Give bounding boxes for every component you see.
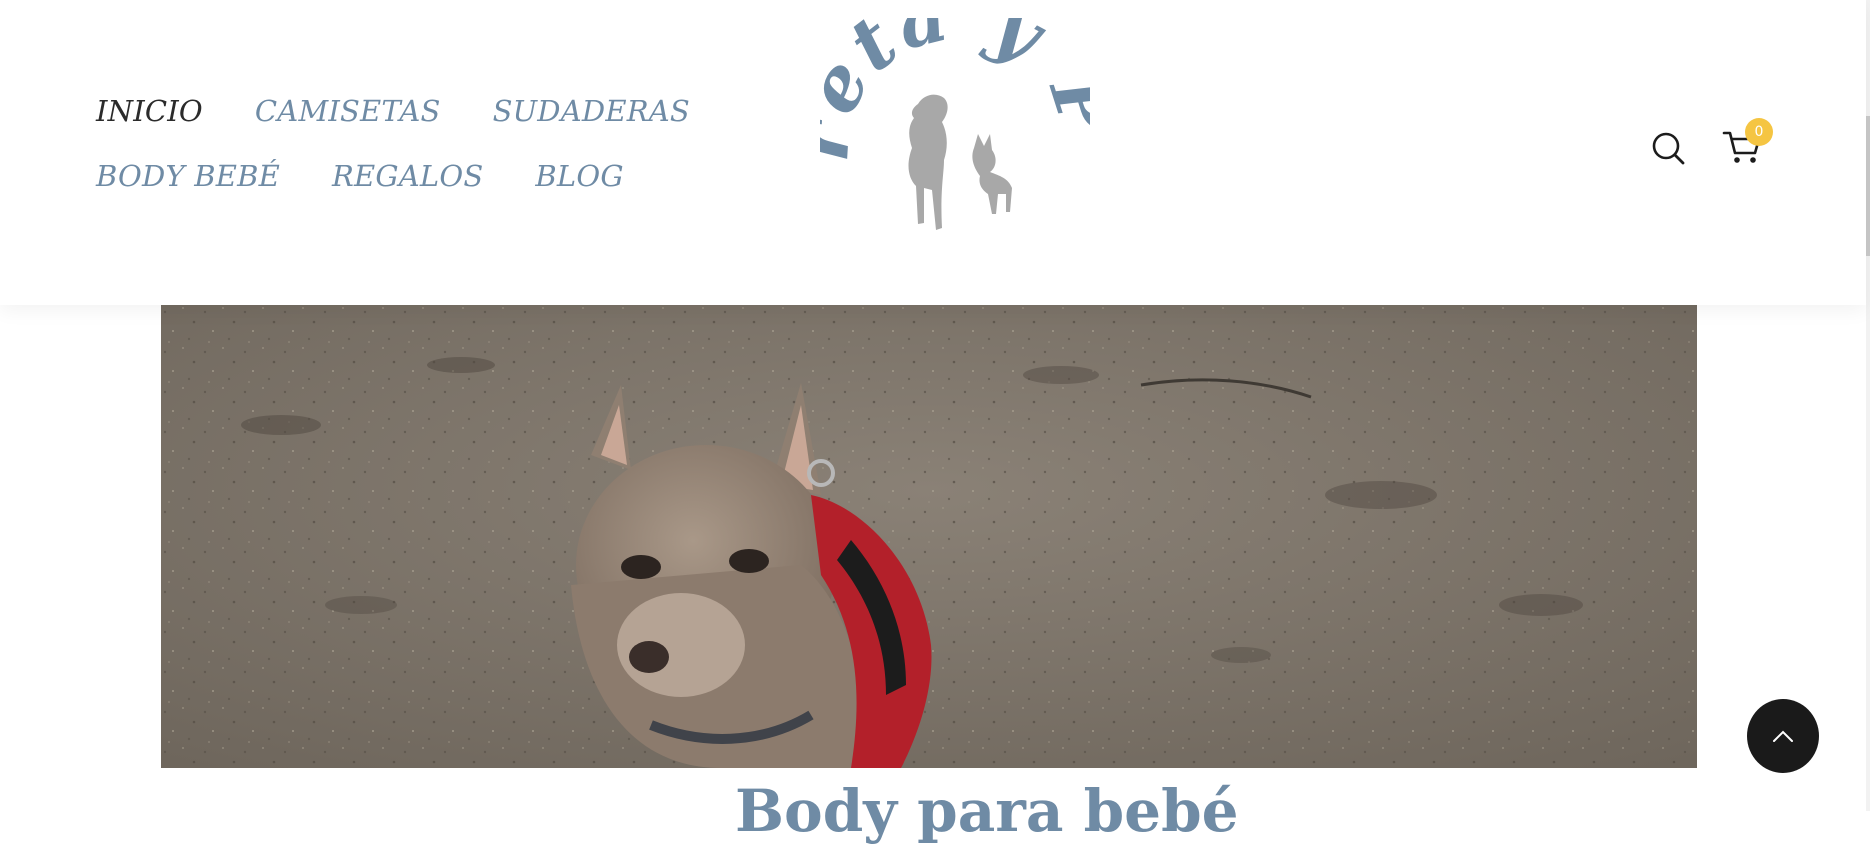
chihuahua-photo xyxy=(161,305,1697,768)
cart-count-badge: 0 xyxy=(1745,118,1773,146)
dog-silhouette xyxy=(908,94,948,230)
small-dog-silhouette xyxy=(972,134,1012,214)
search-icon[interactable] xyxy=(1650,130,1686,166)
nav-body-bebe[interactable]: BODY BEBÉ xyxy=(96,159,280,193)
nav-inicio[interactable]: INICIO xyxy=(96,94,203,128)
site-header: INICIO CAMISETAS SUDADERAS BODY BEBÉ REG… xyxy=(0,0,1866,305)
back-to-top-button[interactable] xyxy=(1747,699,1819,773)
post-title[interactable]: Body para bebé xyxy=(735,782,1239,840)
nav-regalos[interactable]: REGALOS xyxy=(332,159,483,193)
nav-blog[interactable]: BLOG xyxy=(535,159,623,193)
site-logo[interactable]: Greta y Pío xyxy=(820,18,1090,248)
scrollbar-thumb[interactable] xyxy=(1866,116,1870,256)
nav-camisetas[interactable]: CAMISETAS xyxy=(255,94,441,128)
hero-image xyxy=(161,305,1697,768)
nav-sudaderas[interactable]: SUDADERAS xyxy=(493,94,690,128)
svg-text:Greta y Pío: Greta y Pío xyxy=(820,18,1090,164)
chevron-up-icon xyxy=(1773,730,1793,742)
main-nav-row-1: INICIO CAMISETAS SUDADERAS xyxy=(96,94,690,128)
scrollbar[interactable] xyxy=(1866,0,1870,811)
main-nav-row-2: BODY BEBÉ REGALOS BLOG xyxy=(96,159,624,193)
